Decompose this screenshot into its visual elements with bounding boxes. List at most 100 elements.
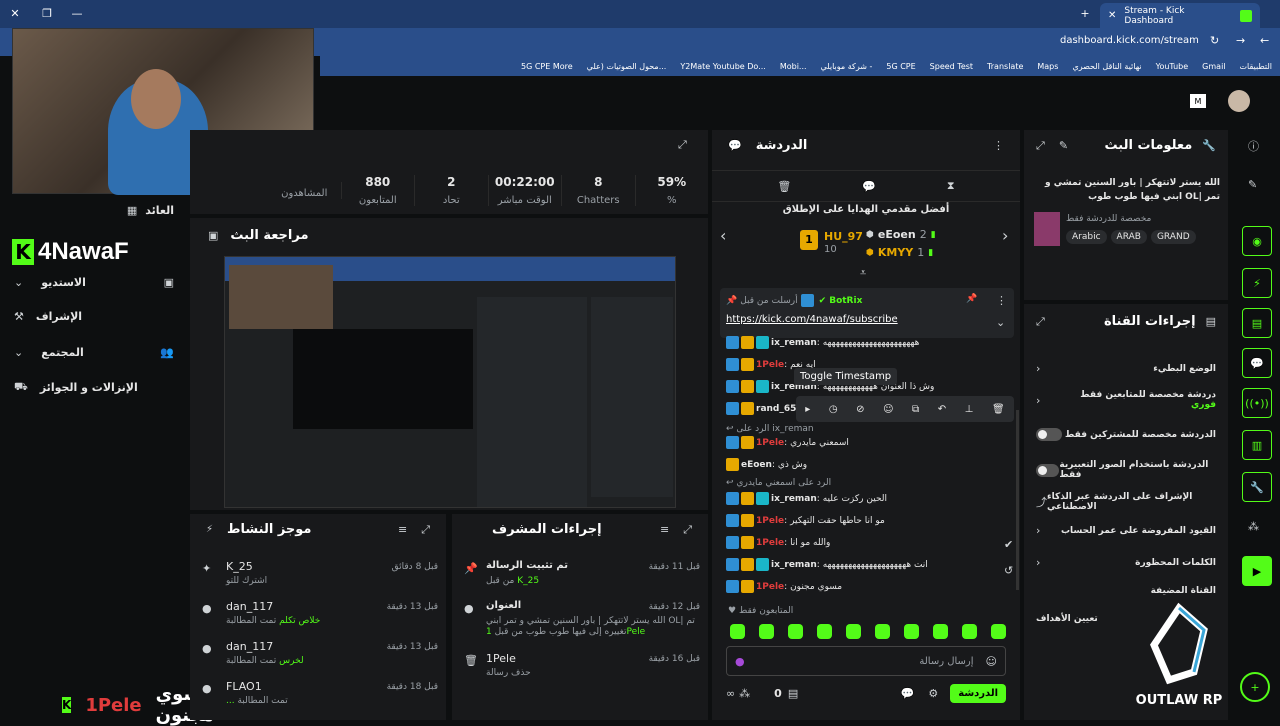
toggle-switch[interactable] — [1036, 463, 1060, 477]
emote[interactable] — [962, 624, 977, 639]
edit-icon[interactable]: ✎ — [1059, 139, 1068, 152]
layout-icon[interactable]: ▥ — [1242, 430, 1272, 460]
tag[interactable]: GRAND — [1150, 230, 1196, 244]
filter-icon[interactable]: ≡ — [660, 523, 669, 536]
users-icon[interactable]: ⁂ — [1248, 520, 1259, 533]
channel-action-emote-only[interactable]: الدردشة باستخدام الصور التعبيرية فقط — [1036, 460, 1216, 480]
more-icon[interactable]: ⋮ — [996, 294, 1007, 307]
gifter-row[interactable]: ⬢ KMYY 1 ▮ — [866, 246, 933, 259]
broadcast-icon[interactable]: ((•)) — [1242, 388, 1272, 418]
goals-label[interactable]: تعيين الأهداف — [1036, 614, 1098, 624]
media-icon[interactable]: ▶ — [1242, 556, 1272, 586]
channel-action-ai-moderation[interactable]: ⤴ الإشراف على الدردشة عبر الذكاء الاصطناع… — [1036, 492, 1216, 512]
info-icon[interactable]: ⓘ — [1248, 138, 1259, 154]
mode-icon[interactable]: M — [1190, 94, 1206, 108]
emote[interactable] — [788, 624, 803, 639]
store-icon[interactable]: ▤ — [788, 687, 798, 700]
chat-scrollbar[interactable] — [1016, 410, 1019, 590]
bookmark[interactable]: 5G CPE More — [521, 62, 573, 71]
expand-icon[interactable]: ⤢ — [1036, 315, 1045, 329]
filter-icon[interactable]: ≡ — [398, 523, 407, 536]
chat-icon[interactable]: 💬 — [1242, 348, 1272, 378]
emoji-icon[interactable]: ☺ — [883, 404, 893, 415]
bookmark[interactable]: Maps — [1037, 62, 1058, 71]
emote[interactable] — [933, 624, 948, 639]
gifter-row[interactable]: ⬢ eEoen 2 ▮ — [866, 228, 936, 241]
bookmark[interactable]: نهائية الناقل الحصري — [1072, 62, 1141, 71]
clock-icon[interactable]: ◷ — [829, 404, 838, 415]
bookmark[interactable]: Y2Mate Youtube Do... — [680, 62, 765, 71]
active-tab[interactable]: ✕ Stream - Kick Dashboard — [1100, 3, 1260, 28]
avatar[interactable] — [1228, 90, 1250, 112]
scroll-down-icon[interactable]: ⩡ — [860, 266, 866, 280]
tab-close-icon[interactable]: ✕ — [1108, 10, 1116, 21]
chat-input[interactable]: ● إرسال رسالة ☺ — [726, 646, 1006, 676]
category-name[interactable]: مخصصة للدردشة فقط — [1066, 214, 1151, 224]
bookmark[interactable]: Gmail — [1202, 62, 1225, 71]
emote[interactable] — [904, 624, 919, 639]
edit-icon[interactable]: ✎ — [1248, 178, 1257, 191]
new-tab-icon[interactable]: + — [1078, 6, 1092, 20]
play-icon[interactable]: ▸ — [805, 404, 810, 415]
channel-action-followers-only[interactable]: › دردشة مخصصة للمتابعين فقط فوري — [1036, 390, 1216, 410]
bookmark[interactable]: التطبيقات — [1240, 62, 1272, 71]
category-thumb[interactable] — [1034, 212, 1060, 246]
chat-icon[interactable]: 💬 — [901, 687, 915, 700]
wrench-icon[interactable]: 🔧 — [1242, 472, 1272, 502]
emote[interactable] — [730, 624, 745, 639]
bookmark[interactable]: Speed Test — [930, 62, 973, 71]
bookmark[interactable]: Mobi... — [780, 62, 807, 71]
next-icon[interactable]: › — [1002, 226, 1008, 245]
channel-action-banned-words[interactable]: › الكلمات المحظورة — [1036, 556, 1216, 569]
reload-icon[interactable]: ↻ — [1210, 34, 1219, 47]
expand-icon[interactable]: ⤢ — [678, 138, 687, 152]
bookmark[interactable]: Translate — [987, 62, 1023, 71]
slash-icon[interactable]: ⊘ — [856, 404, 864, 415]
stream-preview[interactable] — [224, 256, 676, 508]
unpin-icon[interactable]: 📌 — [966, 294, 977, 304]
host-label[interactable]: القناة المضيفة — [1036, 586, 1216, 596]
undo-icon[interactable]: ↶ — [938, 404, 946, 415]
trash-icon[interactable]: 🗑 — [777, 180, 791, 193]
copy-icon[interactable]: ⧉ — [912, 404, 919, 415]
emoji-icon[interactable]: ☺ — [986, 655, 997, 668]
more-icon[interactable]: ⋮ — [993, 139, 1004, 152]
emote[interactable] — [817, 624, 832, 639]
document-icon[interactable]: ▤ — [1242, 308, 1272, 338]
sidebar-item-return[interactable]: العائد ▦ — [14, 204, 174, 217]
chat-icon[interactable]: 💬 — [862, 180, 876, 193]
channel-action-subscribers-only[interactable]: الدردشة مخصصة للمشتركين فقط — [1036, 428, 1216, 441]
minimize-icon[interactable]: — — [70, 6, 84, 20]
pin-icon[interactable]: ⊥ — [965, 404, 974, 415]
bolt-icon[interactable]: ⚡ — [1242, 268, 1272, 298]
tag[interactable]: Arabic — [1066, 230, 1107, 244]
mic-icon[interactable]: ● — [735, 655, 745, 668]
trash-icon[interactable]: 🗑 — [992, 404, 1005, 415]
bookmark[interactable]: شركة موبايلي - — [821, 62, 873, 71]
channel-action-account-age[interactable]: › القيود المفروضة على عمر الحساب — [1036, 524, 1216, 537]
emote[interactable] — [875, 624, 890, 639]
emote[interactable] — [759, 624, 774, 639]
expand-icon[interactable]: ⤢ — [421, 523, 430, 537]
emote[interactable] — [846, 624, 861, 639]
expand-icon[interactable]: ⤢ — [1036, 139, 1045, 153]
sidebar-item-community[interactable]: ⌄ المجتمع 👥 — [14, 346, 174, 359]
bookmark[interactable]: محول الصوتيات (علي... — [587, 62, 667, 71]
sidebar-item-moderation[interactable]: ⚒ الإشراف — [14, 310, 174, 323]
maximize-icon[interactable]: ❐ — [40, 6, 54, 20]
expand-icon[interactable]: ⤢ — [683, 523, 692, 537]
send-button[interactable]: الدردشة — [950, 684, 1006, 703]
prev-icon[interactable]: ‹ — [720, 226, 726, 245]
emote[interactable] — [991, 624, 1006, 639]
url-field[interactable]: dashboard.kick.com/stream — [1060, 35, 1199, 46]
add-panel-icon[interactable]: + — [1240, 672, 1270, 702]
tag[interactable]: ARAB — [1110, 230, 1147, 244]
sidebar-item-drops[interactable]: ⛟ الإنزالات و الجوائز — [14, 380, 174, 395]
channel-action-slow-mode[interactable]: › الوضع البطيء — [1036, 362, 1216, 375]
gifter-first[interactable]: 1 HU_97 10 — [800, 230, 863, 255]
close-window-icon[interactable]: ✕ — [8, 6, 22, 20]
check-circle-icon[interactable]: ✔ — [1004, 538, 1013, 551]
infinity-icon[interactable]: ∞ — [726, 687, 735, 700]
gear-icon[interactable]: ⚙ — [928, 687, 938, 700]
forward-icon[interactable]: ← — [1260, 34, 1269, 47]
